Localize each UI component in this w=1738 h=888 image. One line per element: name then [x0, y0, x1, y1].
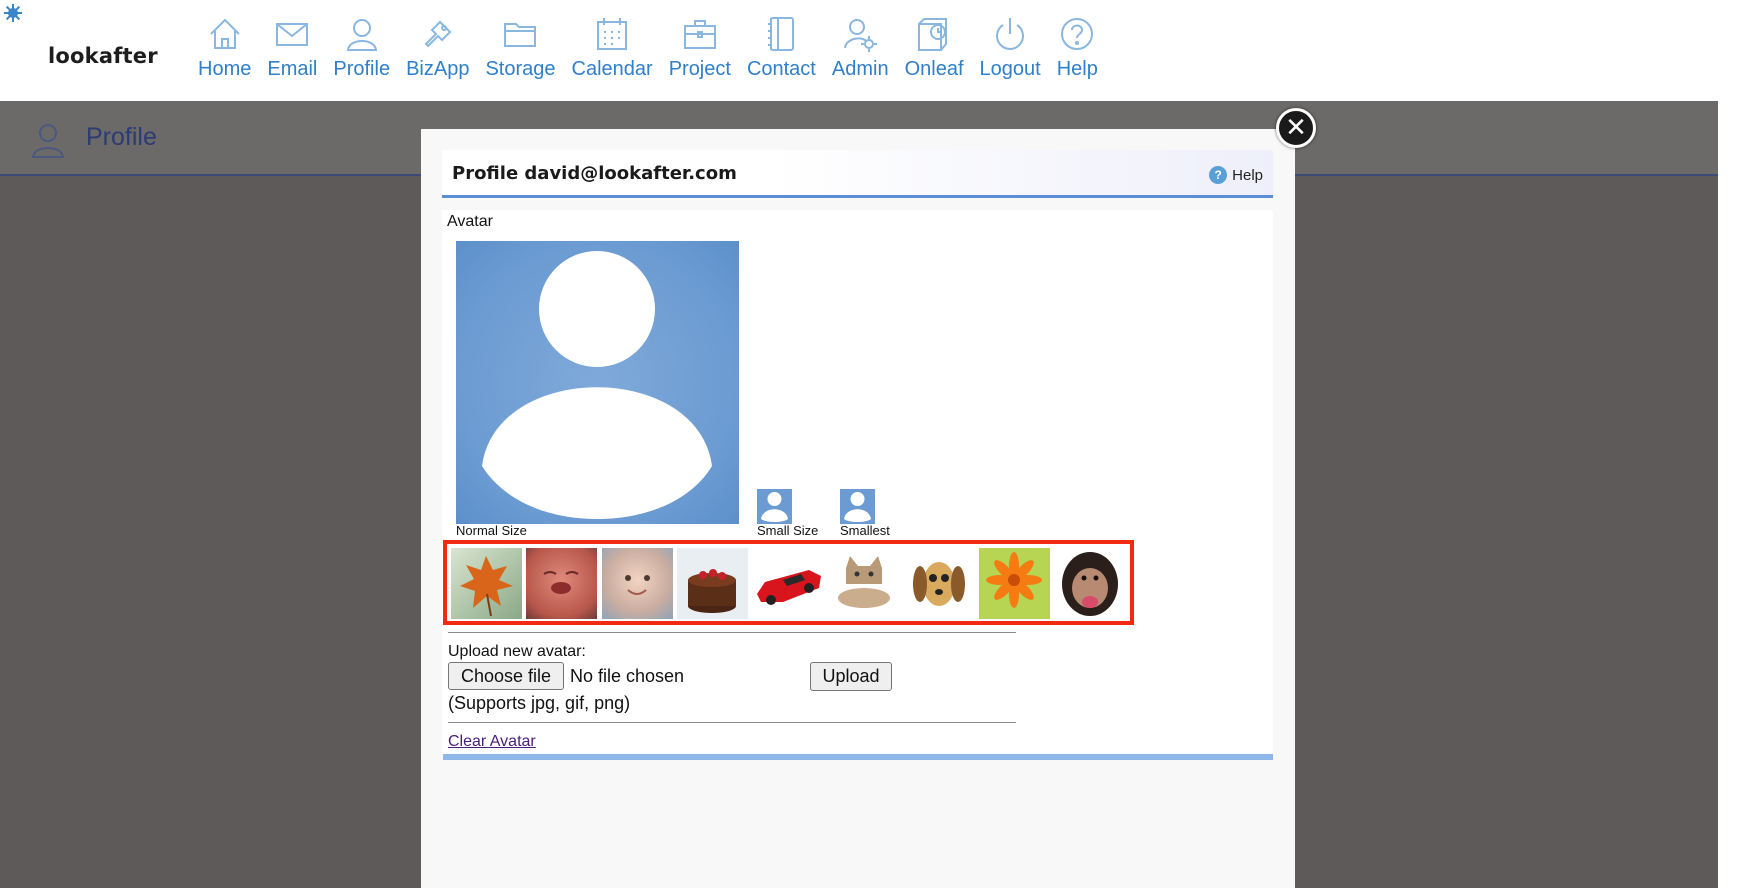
bizapp-icon — [424, 20, 452, 48]
onleaf-icon — [918, 18, 948, 51]
nav-label: Home — [198, 58, 252, 80]
nav-label: Logout — [979, 58, 1041, 80]
storage-icon — [504, 23, 537, 47]
nav-storage[interactable]: Storage — [477, 14, 563, 81]
nav-contact[interactable]: Contact — [739, 14, 824, 81]
clear-avatar-link[interactable]: Clear Avatar — [448, 733, 536, 751]
nav-label: Profile — [333, 58, 391, 80]
puppy-image — [912, 562, 965, 606]
upload-label: Upload new avatar: — [448, 643, 586, 660]
gallery-thumb-autumn-leaf[interactable] — [451, 548, 522, 619]
chimpanzee-image — [1061, 552, 1118, 616]
autumn-leaf-image — [460, 556, 513, 617]
avatar-placeholder-icon — [761, 492, 788, 522]
nav-onleaf[interactable]: Onleaf — [897, 14, 972, 81]
avatar-smallest-size — [840, 489, 875, 524]
nav-label: Email — [267, 58, 318, 80]
nav-label: Project — [668, 58, 731, 80]
nav-label: Calendar — [571, 58, 653, 80]
contact-icon — [768, 17, 795, 51]
divider — [448, 722, 1016, 723]
admin-icon — [844, 19, 878, 52]
orange-gerbera-image — [986, 552, 1043, 608]
avatar-small-size — [757, 489, 792, 524]
avatar-gallery — [443, 540, 1134, 625]
chocolate-cake-image — [688, 569, 737, 613]
gallery-thumb-chimpanzee[interactable] — [1054, 548, 1126, 619]
modal-header: Profile david@lookafter.com ? Help — [442, 150, 1273, 198]
project-icon — [683, 20, 716, 49]
modal-title: Profile david@lookafter.com — [452, 163, 737, 184]
avatar-normal-size — [456, 241, 739, 524]
nav-help[interactable]: Help — [1049, 14, 1106, 81]
upload-button[interactable]: Upload — [810, 662, 892, 691]
gallery-thumb-smiling-baby[interactable] — [601, 548, 673, 619]
nav-logout[interactable]: Logout — [972, 14, 1049, 81]
nav-label: Onleaf — [904, 58, 964, 80]
logout-icon — [996, 18, 1025, 50]
choose-file-button[interactable]: Choose file — [448, 662, 564, 690]
smallest-size-label: Smallest — [840, 523, 890, 538]
help-icon: ? — [1209, 166, 1228, 184]
normal-size-label: Normal Size — [456, 523, 527, 538]
email-icon — [276, 23, 309, 46]
profile-icon — [346, 19, 377, 51]
calendar-icon — [597, 18, 628, 50]
scrollbar[interactable] — [1718, 101, 1738, 888]
profile-icon — [31, 124, 65, 158]
file-status: No file chosen — [570, 666, 685, 686]
nav-admin[interactable]: Admin — [824, 14, 897, 81]
spark-icon — [4, 4, 22, 22]
nav-label: Contact — [746, 58, 816, 80]
red-sports-car-image — [756, 570, 821, 605]
crying-baby-image — [543, 571, 579, 594]
nav-profile[interactable]: Profile — [325, 14, 398, 81]
nav-bizapp[interactable]: BizApp — [398, 14, 477, 81]
modal-help-link[interactable]: ? Help — [1209, 166, 1263, 184]
avatar-placeholder-icon — [844, 492, 871, 522]
gallery-thumb-kitten[interactable] — [828, 548, 900, 619]
nav-project[interactable]: Project — [661, 14, 739, 81]
nav-calendar[interactable]: Calendar — [564, 14, 661, 81]
gallery-thumb-orange-gerbera[interactable] — [979, 548, 1050, 619]
avatar-heading: Avatar — [447, 213, 493, 230]
nav-label: Storage — [485, 58, 556, 80]
top-bar: lookafter Home Email Profile BizApp Stor… — [0, 0, 1738, 101]
nav-label: BizApp — [406, 58, 470, 80]
help-label: Help — [1232, 166, 1263, 184]
smiling-baby-image — [624, 575, 650, 595]
main-nav: Home Email Profile BizApp Storage Calend… — [190, 14, 1106, 81]
section-bottom-bar — [443, 754, 1273, 760]
app-logo[interactable]: lookafter — [48, 44, 158, 68]
nav-home[interactable]: Home — [190, 14, 259, 81]
gallery-thumb-crying-baby[interactable] — [526, 548, 598, 619]
close-button[interactable]: ✕ — [1276, 108, 1316, 148]
gallery-thumb-red-sports-car[interactable] — [752, 548, 824, 619]
kitten-image — [838, 556, 891, 608]
home-icon — [209, 18, 240, 49]
gallery-thumb-chocolate-cake[interactable] — [677, 548, 749, 619]
divider — [448, 632, 1016, 633]
avatar-placeholder-icon — [482, 251, 712, 519]
supported-formats: (Supports jpg, gif, png) — [448, 693, 631, 713]
small-size-label: Small Size — [757, 523, 819, 538]
gallery-thumb-puppy[interactable] — [903, 548, 975, 619]
nav-email[interactable]: Email — [259, 14, 325, 81]
page-title: Profile — [86, 123, 157, 151]
help-icon — [1061, 18, 1094, 50]
nav-label: Help — [1056, 58, 1098, 80]
nav-label: Admin — [831, 58, 889, 80]
